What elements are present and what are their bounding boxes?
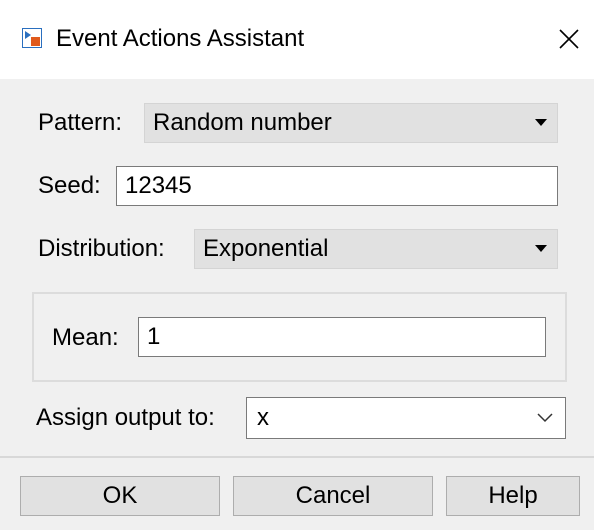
pattern-value: Random number — [153, 109, 332, 136]
assign-output-label: Assign output to: — [36, 404, 215, 431]
mean-input[interactable] — [138, 317, 546, 357]
assign-output-value: x — [257, 404, 269, 431]
cancel-button[interactable]: Cancel — [233, 476, 433, 516]
caret-down-icon — [535, 119, 547, 126]
pattern-label: Pattern: — [38, 109, 123, 136]
title-bar: Event Actions Assistant — [0, 0, 594, 79]
distribution-label: Distribution: — [38, 235, 165, 262]
event-actions-dialog: Event Actions Assistant Pattern: Random … — [0, 0, 594, 530]
distribution-value: Exponential — [203, 235, 329, 262]
pattern-dropdown[interactable]: Random number — [144, 103, 558, 143]
close-icon[interactable] — [552, 22, 586, 56]
distribution-dropdown[interactable]: Exponential — [194, 229, 558, 269]
footer-divider — [0, 456, 594, 458]
simulink-app-icon — [22, 28, 42, 48]
mean-label: Mean: — [52, 324, 119, 351]
chevron-down-icon — [537, 413, 553, 423]
window-title: Event Actions Assistant — [56, 25, 305, 52]
seed-label: Seed: — [38, 172, 101, 199]
seed-input[interactable] — [116, 166, 558, 206]
assign-output-select[interactable]: x — [246, 397, 566, 439]
caret-down-icon — [535, 245, 547, 252]
help-button[interactable]: Help — [446, 476, 580, 516]
ok-button[interactable]: OK — [20, 476, 220, 516]
